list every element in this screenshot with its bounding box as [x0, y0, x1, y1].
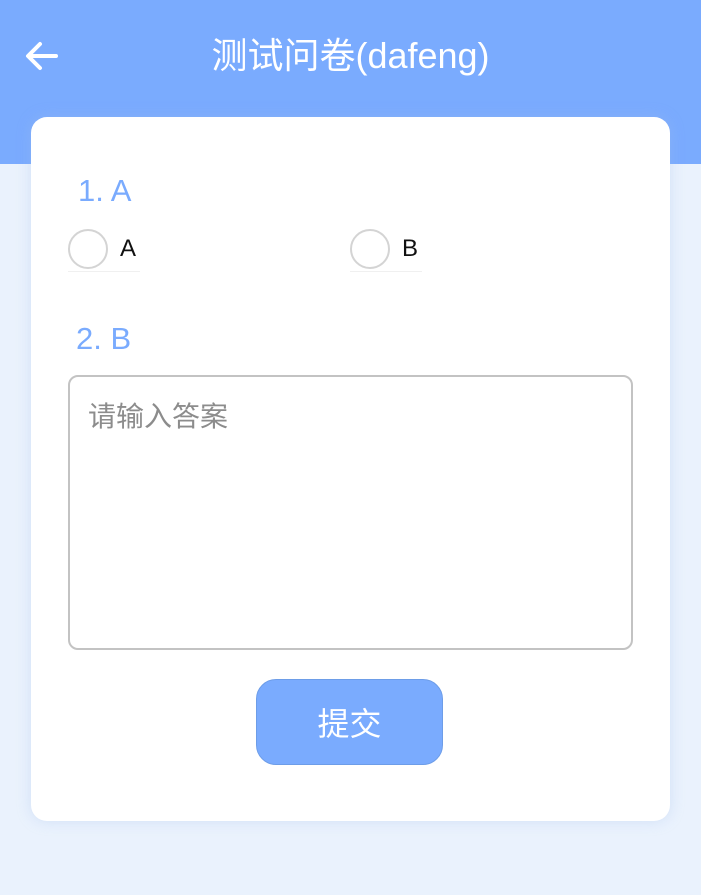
- radio-circle-b[interactable]: [350, 229, 390, 269]
- page-title: 测试问卷(dafeng): [211, 35, 490, 76]
- questionnaire-card: 1. A A B 2. B 提交: [31, 117, 670, 821]
- radio-label-b: B: [402, 235, 419, 262]
- radio-circle-a[interactable]: [68, 229, 108, 269]
- question-1-title: 1. A: [78, 173, 132, 208]
- answer-textarea[interactable]: [68, 375, 633, 650]
- radio-option-a[interactable]: A: [68, 227, 140, 272]
- question-2-title: 2. B: [76, 321, 132, 356]
- radio-label-a: A: [120, 235, 137, 262]
- submit-button[interactable]: 提交: [256, 679, 443, 765]
- radio-option-b[interactable]: B: [350, 227, 422, 272]
